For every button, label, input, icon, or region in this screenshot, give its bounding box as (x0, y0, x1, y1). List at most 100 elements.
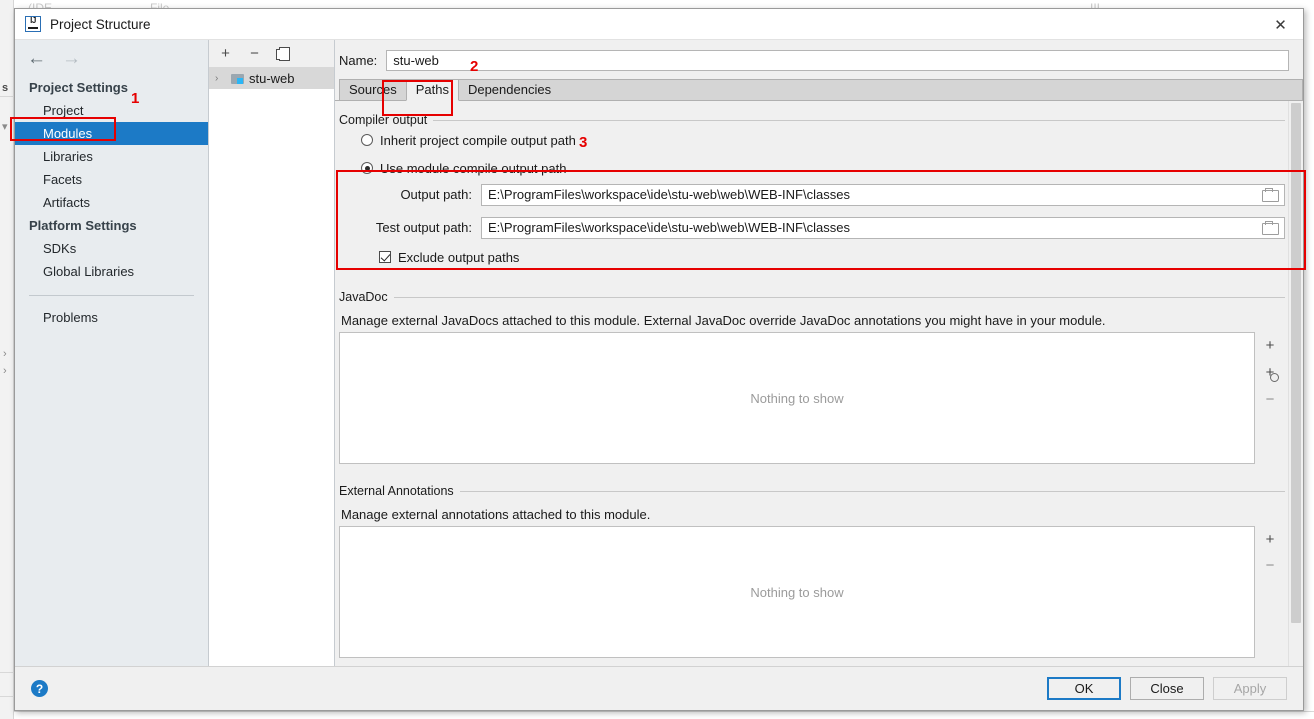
radio-icon-use-module[interactable] (361, 162, 373, 174)
dialog-title: Project Structure (50, 16, 151, 32)
module-folder-icon (231, 73, 245, 84)
group-separator-line (459, 490, 1285, 492)
tab-paths[interactable]: Paths (405, 79, 459, 101)
chevron-right-icon[interactable]: › (215, 73, 227, 84)
javadoc-list-box[interactable]: Nothing to show (339, 332, 1255, 464)
module-name-input[interactable] (386, 50, 1289, 71)
tab-sources[interactable]: Sources (339, 79, 407, 100)
module-toolbar: + − (209, 40, 334, 67)
dialog-body: ← → Project Settings Project Modules Lib… (15, 40, 1303, 666)
sidebar-group-project-settings: Project Settings (29, 80, 128, 95)
sidebar-item-sdks[interactable]: SDKs (15, 237, 208, 260)
module-editor-pane: Name: Sources Paths Dependencies Compile… (335, 40, 1303, 666)
external-annotations-empty-text: Nothing to show (750, 584, 844, 600)
use-module-output-label: Use module compile output path (380, 160, 567, 176)
ide-divider (0, 96, 14, 97)
output-path-field[interactable]: E:\ProgramFiles\workspace\ide\stu-web\we… (481, 183, 1285, 206)
copy-module-icon[interactable] (276, 47, 290, 61)
help-icon[interactable]: ? (31, 680, 48, 697)
ide-expand-chevron: › (3, 365, 7, 377)
radio-icon-inherit[interactable] (361, 134, 373, 146)
scrollbar-thumb[interactable] (1291, 103, 1301, 623)
settings-sidebar: ← → Project Settings Project Modules Lib… (15, 40, 209, 666)
sidebar-item-libraries[interactable]: Libraries (15, 145, 208, 168)
ide-divider (0, 672, 14, 673)
sidebar-item-modules[interactable]: Modules (15, 122, 208, 145)
javadoc-list-wrap: Nothing to show + + − (339, 332, 1285, 464)
sidebar-nav-arrows: ← → (15, 40, 208, 76)
test-output-path-field[interactable]: E:\ProgramFiles\workspace\ide\stu-web\we… (481, 216, 1285, 239)
output-path-label: Output path: (400, 187, 472, 202)
sidebar-divider (29, 295, 194, 296)
dialog-footer: ? OK Close Apply (15, 666, 1303, 710)
test-output-path-row: Test output path: E:\ProgramFiles\worksp… (339, 215, 1285, 240)
close-button[interactable]: Close (1130, 677, 1204, 700)
javadoc-group-header: JavaDoc (339, 290, 1285, 304)
use-module-output-radio-row[interactable]: Use module compile output path (339, 157, 1285, 179)
forward-arrow-icon[interactable]: → (62, 49, 81, 68)
external-annotations-group-header: External Annotations (339, 484, 1285, 498)
paths-content: Compiler output Inherit project compile … (335, 113, 1303, 658)
external-annotations-list-buttons: + − (1255, 526, 1285, 658)
javadoc-description: Manage external JavaDocs attached to thi… (341, 313, 1106, 328)
inherit-project-output-radio-row[interactable]: Inherit project compile output path (339, 129, 1285, 151)
javadoc-list-buttons: + + − (1255, 332, 1285, 464)
group-separator-line (393, 296, 1285, 298)
dialog-titlebar: Project Structure ✕ (15, 9, 1303, 40)
tab-strip-filler (560, 79, 1303, 100)
ide-side-tab-label: s (2, 82, 9, 94)
ide-editor-left-edge (14, 711, 1314, 712)
inherit-project-output-label: Inherit project compile output path (380, 132, 576, 148)
sidebar-item-facets[interactable]: Facets (15, 168, 208, 191)
project-structure-dialog: Project Structure ✕ ← → Project Settings… (14, 8, 1304, 711)
output-path-row: Output path: E:\ProgramFiles\workspace\i… (339, 182, 1285, 207)
sidebar-item-global-libraries[interactable]: Global Libraries (15, 260, 208, 283)
javadoc-empty-text: Nothing to show (750, 390, 844, 406)
module-editor-tabs: Sources Paths Dependencies (335, 79, 1303, 101)
external-annotations-list-box[interactable]: Nothing to show (339, 526, 1255, 658)
module-name-label: stu-web (249, 70, 295, 86)
sidebar-item-problems[interactable]: Problems (15, 306, 208, 329)
footer-button-group: OK Close Apply (1047, 677, 1287, 700)
javadoc-add-button[interactable]: + (1266, 338, 1275, 353)
ide-divider (0, 696, 14, 697)
content-vertical-scrollbar[interactable] (1288, 101, 1303, 666)
folder-browse-icon[interactable] (1262, 188, 1279, 202)
external-annotations-remove-button[interactable]: − (1266, 558, 1275, 573)
apply-button: Apply (1213, 677, 1287, 700)
sidebar-group-platform-settings: Platform Settings (29, 218, 137, 233)
module-name-row: Name: (335, 40, 1303, 79)
compiler-output-group-header: Compiler output (339, 113, 1285, 127)
module-tree-item-stu-web[interactable]: › stu-web (209, 67, 334, 89)
remove-module-button[interactable]: − (247, 46, 262, 61)
exclude-output-paths-label: Exclude output paths (398, 249, 520, 265)
paths-scroll-area: Compiler output Inherit project compile … (335, 101, 1303, 666)
back-arrow-icon[interactable]: ← (27, 49, 46, 68)
external-annotations-title: External Annotations (339, 484, 454, 498)
folder-browse-icon[interactable] (1262, 221, 1279, 235)
add-module-button[interactable]: + (218, 46, 233, 61)
output-path-value: E:\ProgramFiles\workspace\ide\stu-web\we… (488, 187, 850, 202)
external-annotations-description: Manage external annotations attached to … (341, 507, 651, 522)
close-icon[interactable]: ✕ (1258, 9, 1303, 40)
javadoc-title: JavaDoc (339, 290, 388, 304)
module-list-pane: + − › stu-web (209, 40, 335, 666)
tab-dependencies[interactable]: Dependencies (457, 79, 562, 100)
checkbox-icon-exclude-output[interactable] (379, 251, 391, 263)
exclude-output-paths-row[interactable]: Exclude output paths (339, 246, 1285, 268)
intellij-idea-icon (25, 16, 41, 32)
ide-expand-chevron: › (3, 348, 7, 360)
test-output-path-value: E:\ProgramFiles\workspace\ide\stu-web\we… (488, 220, 850, 235)
javadoc-add-from-source-button[interactable]: + (1266, 364, 1280, 382)
ok-button[interactable]: OK (1047, 677, 1121, 700)
ide-collapse-chevron: ▾ (2, 121, 8, 133)
sidebar-item-project[interactable]: Project (15, 99, 208, 122)
group-separator-line (433, 119, 1285, 121)
name-label: Name: (339, 53, 378, 68)
test-output-path-label: Test output path: (375, 220, 472, 235)
external-annotations-add-button[interactable]: + (1266, 532, 1275, 547)
javadoc-remove-button[interactable]: − (1266, 392, 1275, 407)
sidebar-item-artifacts[interactable]: Artifacts (15, 191, 208, 214)
external-annotations-list-wrap: Nothing to show + − (339, 526, 1285, 658)
compiler-output-title: Compiler output (339, 113, 428, 127)
